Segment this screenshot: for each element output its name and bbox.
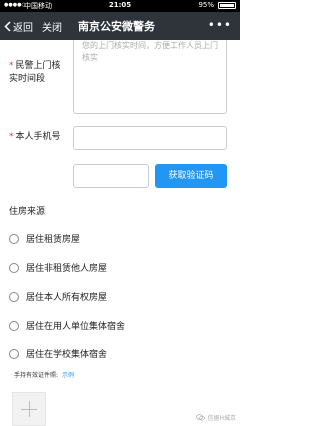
- document-hint: 手持有效证件照: 示例: [14, 372, 75, 379]
- radio-icon[interactable]: [9, 262, 19, 273]
- more-menu-icon[interactable]: •••: [208, 18, 232, 32]
- housing-option-owned[interactable]: 居住本人所有权房屋: [9, 290, 107, 303]
- verify-time-textarea[interactable]: 您的上门核实时间，方便工作人员上门核实: [73, 40, 227, 114]
- code-input[interactable]: [73, 164, 149, 188]
- wechat-icon: [196, 414, 206, 421]
- required-mark: *: [9, 61, 14, 71]
- radio-icon[interactable]: [9, 291, 19, 302]
- nav-bar: 返回 关闭 南京公安微警务 •••: [0, 12, 240, 40]
- battery-icon: [218, 2, 236, 9]
- status-bar: ●●●●○ 中国移动 21:05 95%: [0, 0, 240, 12]
- example-link[interactable]: 示例: [62, 372, 74, 379]
- battery-percent: 95%: [198, 1, 214, 9]
- watermark: 信据H城京: [196, 413, 236, 422]
- back-button[interactable]: 返回: [4, 19, 33, 34]
- radio-icon[interactable]: [9, 233, 19, 244]
- verify-time-label: * 民警上门核实时间段: [9, 61, 61, 84]
- housing-option-employer-dorm[interactable]: 居住在用人单位集体宿舍: [9, 319, 125, 332]
- housing-option-non-rental[interactable]: 居住非租赁他人房屋: [9, 261, 107, 274]
- phone-input[interactable]: [73, 126, 227, 150]
- upload-photo-button[interactable]: [12, 392, 46, 426]
- get-code-button[interactable]: 获取验证码: [155, 164, 227, 188]
- housing-option-rental[interactable]: 居住租赁房屋: [9, 232, 80, 245]
- radio-icon[interactable]: [9, 320, 19, 331]
- close-button[interactable]: 关闭: [42, 19, 62, 34]
- radio-icon[interactable]: [9, 348, 19, 359]
- housing-source-title: 住房来源: [9, 207, 46, 217]
- page-title: 南京公安微警务: [78, 20, 155, 33]
- chevron-left-icon: [4, 21, 11, 32]
- back-label: 返回: [13, 23, 33, 34]
- housing-option-school-dorm[interactable]: 居住在学校集体宿舍: [9, 347, 107, 360]
- required-mark: *: [9, 132, 14, 142]
- phone-label: * 本人手机号: [9, 132, 61, 142]
